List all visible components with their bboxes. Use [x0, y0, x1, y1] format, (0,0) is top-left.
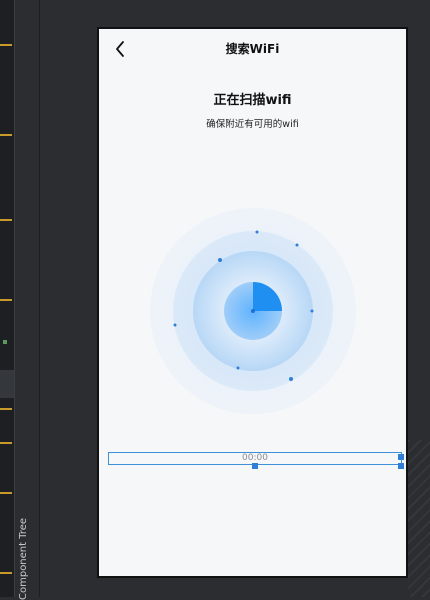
radar-center-dot: [251, 309, 255, 313]
scan-title: 正在扫描wifi: [213, 93, 292, 108]
nav-bar: 搜索WiFi: [99, 29, 406, 69]
wifi-signal-dot: [173, 323, 177, 327]
wifi-signal-dot: [255, 230, 259, 234]
wifi-signal-dot: [236, 366, 240, 370]
wifi-signal-dot: [295, 243, 299, 247]
page-title: 搜索WiFi: [225, 42, 280, 56]
gutter-marker: [0, 442, 12, 444]
gutter-marker: [0, 408, 12, 410]
scan-subtitle: 确保附近有可用的wifi: [206, 119, 299, 130]
gutter-marker: [0, 299, 12, 301]
component-tree-tab[interactable]: Component Tree: [18, 518, 29, 600]
gutter-marker: [0, 572, 12, 574]
phone-preview[interactable]: 搜索WiFi 正在扫描wifi 确保附近有可用的wifi 00:00: [97, 27, 408, 578]
gutter-marker: [0, 44, 12, 46]
wifi-signal-dot: [310, 309, 314, 313]
wifi-signal-dot: [218, 258, 222, 262]
resize-handle-bottom[interactable]: [252, 463, 258, 469]
resize-handle-right[interactable]: [398, 454, 404, 460]
gutter-marker: [0, 219, 12, 221]
canvas-hatch: [408, 440, 430, 597]
gutter-change-mark: [3, 340, 7, 344]
gutter-highlight: [0, 370, 14, 398]
editor-gutter: [0, 0, 15, 597]
wifi-signal-dot: [289, 377, 293, 381]
radar-scan-graphic: [150, 208, 356, 414]
side-tool-strip: Component Tree: [15, 0, 40, 600]
gutter-marker: [0, 492, 12, 494]
gutter-marker: [0, 134, 12, 136]
resize-handle-corner[interactable]: [398, 463, 404, 469]
